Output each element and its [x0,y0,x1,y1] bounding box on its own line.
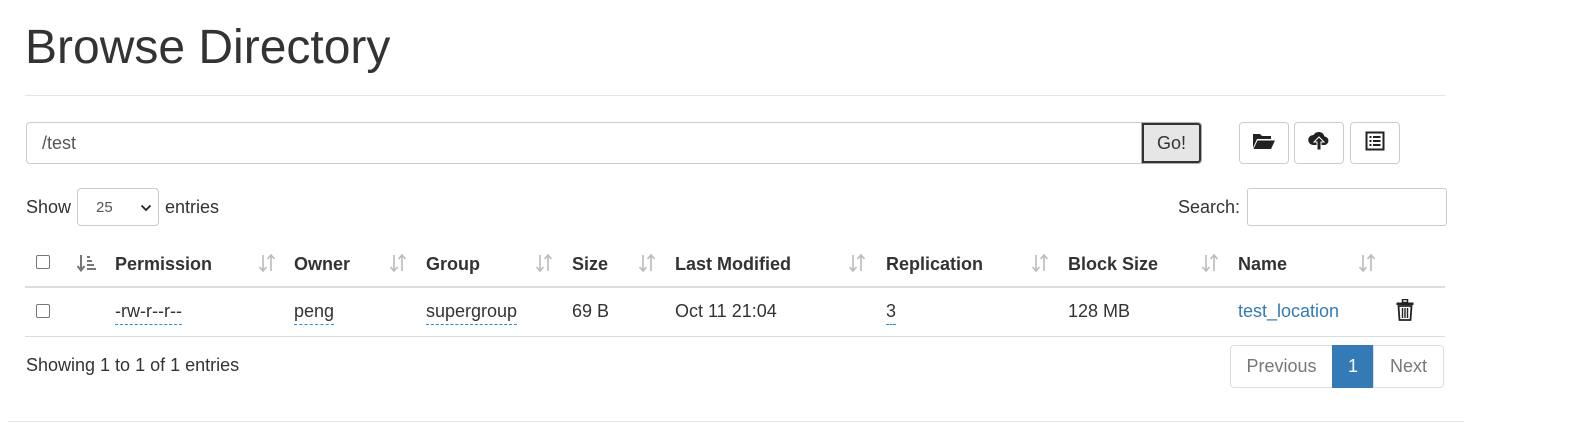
table-info-text: Showing 1 to 1 of 1 entries [26,355,240,375]
next-page-button[interactable]: Next [1373,345,1444,388]
sort-icon[interactable] [847,251,867,275]
path-input[interactable] [26,122,1142,164]
entries-label: entries [165,196,220,217]
select-all-checkbox[interactable] [36,255,50,269]
sort-icon[interactable] [257,251,277,275]
entries-length-control: Show 25 entries [26,188,219,226]
go-button[interactable]: Go! [1141,122,1202,164]
column-header-owner[interactable]: Owner [294,253,350,275]
sort-icon[interactable] [388,251,408,275]
page-title: Browse Directory [25,21,391,74]
row-select-checkbox[interactable] [36,304,50,318]
block-size-cell: 128 MB [1068,301,1131,321]
sort-icon[interactable] [637,251,657,275]
page-1-button[interactable]: 1 [1332,345,1374,388]
table-header-divider [25,286,1445,288]
sort-icon[interactable] [1030,251,1050,275]
table-search: Search: [1178,188,1448,226]
column-header-size[interactable]: Size [572,253,608,275]
footer-divider [8,421,1464,422]
column-header-block-size[interactable]: Block Size [1068,253,1158,275]
search-label: Search: [1178,196,1241,217]
folder-open-icon [1252,131,1276,156]
chevron-down-icon [140,199,152,216]
title-divider [25,95,1445,96]
entries-per-page-select[interactable]: 25 [77,188,160,226]
sort-ascending-icon[interactable] [76,251,97,275]
upload-files-button[interactable] [1294,122,1344,164]
file-name-link[interactable]: test_location [1238,300,1339,322]
column-header-replication[interactable]: Replication [886,253,983,275]
sort-icon[interactable] [1357,251,1377,275]
column-header-last-modified[interactable]: Last Modified [675,253,791,275]
entries-select-value: 25 [96,198,113,216]
replication-cell[interactable]: 3 [886,300,897,325]
previous-page-button[interactable]: Previous [1230,345,1333,388]
cloud-upload-icon [1307,130,1331,157]
group-cell[interactable]: supergroup [426,300,518,325]
sort-icon[interactable] [534,251,554,275]
column-header-permission[interactable]: Permission [115,253,212,275]
last-modified-cell: Oct 11 21:04 [675,301,777,321]
owner-cell[interactable]: peng [294,300,335,325]
column-header-name[interactable]: Name [1238,253,1287,275]
show-label: Show [26,196,72,217]
create-directory-button[interactable] [1239,122,1289,164]
search-input[interactable] [1247,188,1448,226]
sort-icon[interactable] [1200,251,1220,275]
cut-paste-button[interactable] [1350,122,1400,164]
list-alt-icon [1365,131,1385,156]
column-header-group[interactable]: Group [426,253,480,275]
table-row-divider [25,336,1445,337]
permission-cell[interactable]: -rw-r--r-- [115,300,182,325]
trash-icon[interactable] [1396,298,1414,326]
pagination: Previous 1 Next [1230,345,1444,388]
size-cell: 69 B [572,301,610,321]
